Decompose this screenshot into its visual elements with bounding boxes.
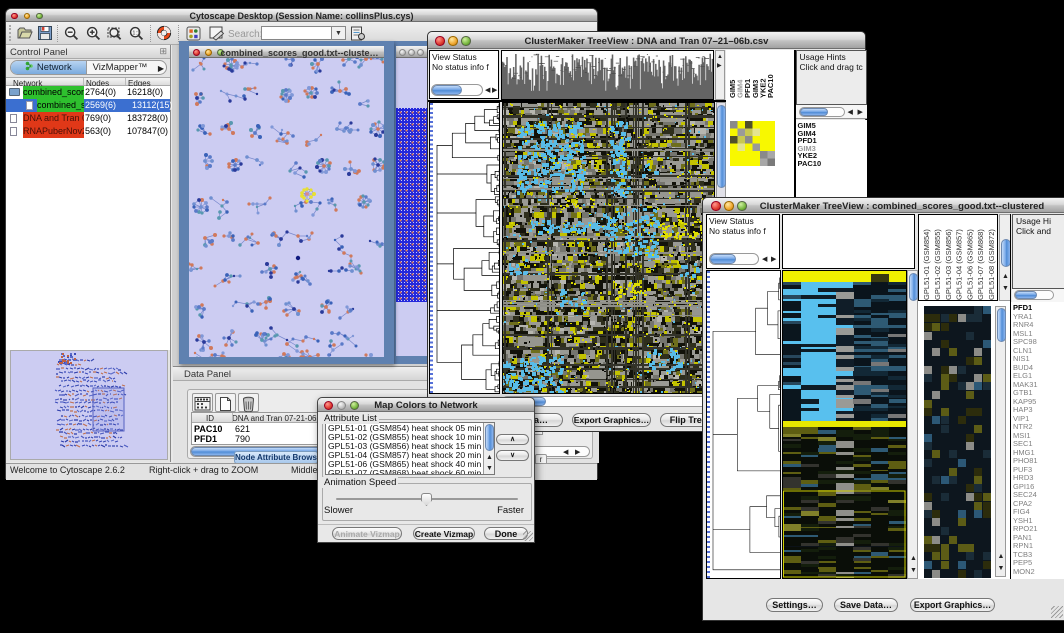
svg-text:PAC10: PAC10 [766, 74, 775, 98]
svg-text:GPL51-07 (GSM868): GPL51-07 (GSM868) [976, 229, 985, 300]
svg-text:GPL51-01 (GSM854): GPL51-01 (GSM854) [922, 229, 931, 300]
svg-text:GPL51-03 (GSM856): GPL51-03 (GSM856) [944, 229, 953, 300]
svg-text:GPL51-04 (GSM857): GPL51-04 (GSM857) [955, 229, 964, 300]
svg-text:GPL51-08 (GSM872): GPL51-08 (GSM872) [987, 229, 996, 300]
svg-text:GPL51-02 (GSM855): GPL51-02 (GSM855) [933, 229, 942, 300]
svg-text:GPL51-06 (GSM865): GPL51-06 (GSM865) [965, 229, 974, 300]
svg-text:1:1: 1:1 [132, 31, 140, 37]
